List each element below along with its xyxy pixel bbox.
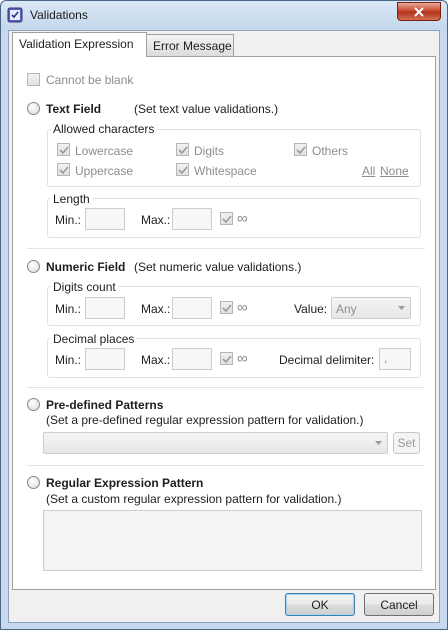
numeric-field-description: (Set numeric value validations.): [134, 260, 302, 274]
text-field-description: (Set text value validations.): [134, 102, 279, 116]
chevron-down-icon: [375, 441, 382, 445]
decimal-infinity-checkbox[interactable]: [220, 352, 233, 365]
regex-pattern-description: (Set a custom regular expression pattern…: [46, 492, 342, 506]
select-none-link[interactable]: None: [380, 164, 409, 178]
checkmark-icon: [178, 166, 188, 175]
select-all-link[interactable]: All: [362, 164, 375, 178]
cannot-be-blank-checkbox[interactable]: [27, 73, 40, 86]
validation-expression-panel: Cannot be blank Text Field (Set text val…: [12, 56, 436, 590]
digits-max-label: Max.:: [141, 302, 171, 316]
close-button[interactable]: [397, 2, 441, 21]
decimal-delimiter-field[interactable]: ,: [379, 348, 411, 370]
value-label: Value:: [294, 302, 328, 316]
length-max-field[interactable]: [172, 208, 212, 230]
separator: [27, 387, 425, 388]
others-checkbox[interactable]: [294, 143, 307, 156]
predefined-patterns-title: Pre-defined Patterns: [46, 398, 164, 412]
decimal-min-label: Min.:: [55, 353, 82, 367]
validation-app-icon: [7, 7, 23, 23]
text-field-title: Text Field: [46, 102, 102, 116]
set-pattern-button[interactable]: Set: [393, 432, 420, 454]
uppercase-checkbox[interactable]: [57, 163, 70, 176]
length-infinity-checkbox[interactable]: [220, 212, 233, 225]
regex-pattern-radio[interactable]: [27, 476, 40, 489]
decimal-infinity-label: ∞: [237, 350, 248, 367]
window-title: Validations: [30, 8, 88, 22]
numeric-field-title: Numeric Field: [46, 260, 126, 274]
digits-infinity-label: ∞: [237, 299, 248, 316]
checkmark-icon: [59, 166, 69, 175]
dialog-window: Validations Validation Expression Error …: [0, 0, 448, 630]
uppercase-label: Uppercase: [75, 164, 134, 178]
predefined-patterns-description: (Set a pre-defined regular expression pa…: [46, 413, 364, 427]
digits-min-label: Min.:: [55, 302, 82, 316]
digits-label: Digits: [194, 144, 225, 158]
title-bar[interactable]: Validations: [1, 1, 447, 29]
checkmark-icon: [222, 304, 232, 313]
digits-checkbox[interactable]: [176, 143, 189, 156]
numeric-field-radio[interactable]: [27, 260, 40, 273]
chevron-down-icon: [398, 306, 405, 310]
tab-validation-expression[interactable]: Validation Expression: [12, 32, 147, 57]
lowercase-label: Lowercase: [75, 144, 134, 158]
dialog-client-area: Validation Expression Error Message Cann…: [8, 30, 440, 623]
digits-min-field[interactable]: [85, 297, 125, 319]
length-max-label: Max.:: [141, 213, 171, 227]
regex-pattern-textarea[interactable]: [43, 510, 422, 571]
length-infinity-label: ∞: [237, 210, 248, 227]
decimal-max-field[interactable]: [172, 348, 212, 370]
predefined-patterns-radio[interactable]: [27, 398, 40, 411]
digits-max-field[interactable]: [172, 297, 212, 319]
digits-count-label: Digits count: [51, 280, 118, 294]
others-label: Others: [312, 144, 349, 158]
value-dropdown-selected: Any: [336, 302, 357, 316]
length-label: Length: [51, 192, 92, 206]
whitespace-checkbox[interactable]: [176, 163, 189, 176]
separator: [27, 248, 425, 249]
ok-button[interactable]: OK: [285, 593, 355, 616]
value-dropdown[interactable]: Any: [331, 297, 411, 319]
decimal-max-label: Max.:: [141, 353, 171, 367]
decimal-delimiter-label: Decimal delimiter:: [279, 353, 375, 367]
text-field-radio[interactable]: [27, 102, 40, 115]
checkmark-icon: [296, 146, 306, 155]
checkmark-icon: [178, 146, 188, 155]
allowed-characters-label: Allowed characters: [51, 122, 157, 136]
allowed-characters-group: [47, 129, 421, 187]
regex-pattern-title: Regular Expression Pattern: [46, 476, 204, 490]
checkmark-icon: [59, 146, 69, 155]
decimal-places-label: Decimal places: [51, 332, 137, 346]
cannot-be-blank-label: Cannot be blank: [46, 73, 134, 87]
whitespace-label: Whitespace: [194, 164, 257, 178]
tab-strip: Validation Expression Error Message: [9, 31, 439, 57]
length-min-field[interactable]: [85, 208, 125, 230]
tab-error-message[interactable]: Error Message: [146, 34, 234, 56]
close-x-icon: [414, 6, 424, 17]
length-min-label: Min.:: [55, 213, 82, 227]
separator: [27, 465, 425, 466]
cancel-button[interactable]: Cancel: [364, 593, 434, 616]
decimal-min-field[interactable]: [85, 348, 125, 370]
checkmark-icon: [222, 215, 232, 224]
lowercase-checkbox[interactable]: [57, 143, 70, 156]
digits-infinity-checkbox[interactable]: [220, 301, 233, 314]
checkmark-icon: [222, 355, 232, 364]
predefined-patterns-dropdown[interactable]: [43, 432, 388, 454]
